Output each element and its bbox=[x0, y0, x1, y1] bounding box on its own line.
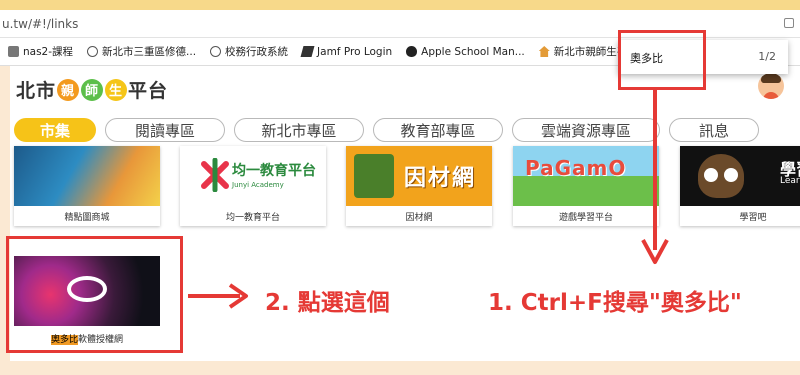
app-caption: 因材網 bbox=[405, 213, 433, 223]
app-thumbnail: 因材網 bbox=[346, 146, 492, 206]
title-text: 平台 bbox=[128, 80, 169, 102]
bookmark-school[interactable]: 新北市三重區修德... bbox=[87, 44, 196, 59]
globe-icon bbox=[210, 46, 222, 57]
annotation-step-1: 1. Ctrl+F搜尋"奧多比" bbox=[488, 290, 742, 316]
owl-eye bbox=[724, 168, 738, 182]
bookmark-label: 校務行政系統 bbox=[225, 46, 289, 58]
apple-icon bbox=[406, 46, 418, 57]
bookmark-jamf[interactable]: Jamf Pro Login bbox=[300, 45, 393, 58]
app-caption: 學習吧 bbox=[739, 213, 767, 223]
title-bubble: 師 bbox=[81, 78, 104, 101]
junyi-logo-text: 均一教育平台 bbox=[232, 163, 316, 179]
junyi-logo-sub: Junyi Academy bbox=[232, 181, 284, 189]
app-card-shop[interactable]: 精點圖商城 bbox=[14, 146, 160, 226]
url-text[interactable]: u.tw/#!/links bbox=[2, 17, 78, 31]
bookmark-label: nas2-課程 bbox=[23, 46, 74, 58]
category-tabs: 市集 閱讀專區 新北市專區 教育部專區 雲端資源專區 訊息 bbox=[14, 118, 759, 142]
adaptive-logo-text: 因材網 bbox=[404, 166, 477, 191]
find-match-count: 1/2 bbox=[758, 50, 776, 63]
bookmark-label: Jamf Pro Login bbox=[317, 45, 393, 58]
bookmark-admin-system[interactable]: 校務行政系統 bbox=[210, 44, 288, 59]
app-thumbnail: 學習 LearnM bbox=[680, 146, 800, 206]
tab-messages[interactable]: 訊息 bbox=[669, 118, 759, 142]
jamf-icon bbox=[300, 46, 315, 57]
app-card-learn[interactable]: 學習 LearnM 學習吧 bbox=[680, 146, 800, 226]
title-bubble: 親 bbox=[57, 78, 80, 101]
tab-moe[interactable]: 教育部專區 bbox=[373, 118, 503, 142]
annotation-box-find bbox=[618, 30, 706, 90]
bookmark-apple-school[interactable]: Apple School Man... bbox=[406, 46, 525, 58]
junyi-logo-icon bbox=[201, 158, 229, 192]
tab-reading[interactable]: 閱讀專區 bbox=[105, 118, 225, 142]
app-thumbnail: 均一教育平台 Junyi Academy bbox=[180, 146, 326, 206]
title-bubble: 生 bbox=[105, 78, 128, 101]
house-icon bbox=[538, 46, 550, 57]
user-avatar[interactable] bbox=[758, 73, 784, 99]
title-text: 北市 bbox=[16, 80, 57, 102]
screenshot-frame: u.tw/#!/links nas2-課程 新北市三重區修德... 校務行政系統… bbox=[0, 0, 800, 375]
pagamo-logo-text: PaGamO bbox=[525, 156, 627, 180]
owl-icon bbox=[698, 154, 744, 198]
app-thumbnail: PaGamO bbox=[513, 146, 659, 206]
tab-new-taipei[interactable]: 新北市專區 bbox=[234, 118, 364, 142]
annotation-box-adobe bbox=[6, 236, 183, 353]
bookmark-label: 新北市三重區修德... bbox=[102, 46, 197, 58]
site-title[interactable]: 北市 親 師 生 平台 bbox=[16, 76, 168, 103]
owl-eye bbox=[704, 168, 718, 182]
tab-cloud-resources[interactable]: 雲端資源專區 bbox=[512, 118, 660, 142]
app-caption: 遊戲學習平台 bbox=[558, 213, 613, 223]
browser-top-strip bbox=[0, 0, 800, 10]
app-card-adaptive[interactable]: 因材網 因材網 bbox=[346, 146, 492, 226]
app-caption: 均一教育平台 bbox=[225, 213, 280, 223]
bookmark-label: Apple School Man... bbox=[421, 45, 525, 58]
app-thumbnail bbox=[14, 146, 160, 206]
extension-icon[interactable] bbox=[784, 18, 794, 28]
app-card-junyi[interactable]: 均一教育平台 Junyi Academy 均一教育平台 bbox=[180, 146, 326, 226]
tab-market[interactable]: 市集 bbox=[14, 118, 96, 142]
globe-icon bbox=[87, 46, 99, 57]
learn-logo-sub: LearnM bbox=[780, 176, 800, 186]
app-card-pagamo[interactable]: PaGamO 遊戲學習平台 bbox=[513, 146, 659, 226]
bookmark-nas2[interactable]: nas2-課程 bbox=[8, 44, 73, 59]
adaptive-logo-icon bbox=[354, 154, 394, 198]
annotation-step-2: 2. 點選這個 bbox=[265, 290, 390, 316]
page-icon bbox=[8, 46, 19, 57]
app-caption: 精點圖商城 bbox=[64, 213, 110, 223]
